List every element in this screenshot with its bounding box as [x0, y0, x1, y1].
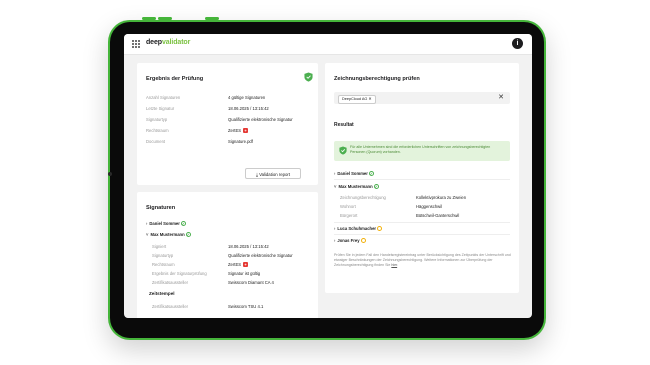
- person-item[interactable]: › Jonas Frey: [334, 238, 366, 244]
- download-icon: ⤓: [255, 172, 258, 177]
- result-value-jurisdiction: ZertES +: [228, 128, 249, 134]
- signature-value-jurisdiction: ZertES +: [228, 262, 249, 268]
- result-value: 4 gültige Signaturen: [228, 95, 266, 100]
- check-circle-icon: ✓: [373, 184, 379, 190]
- result-heading: Resultat: [334, 122, 354, 128]
- result-card: Ergebnis der Prüfung Anzahl Signaturen 4…: [137, 63, 318, 185]
- person-label: Zeichnungsberechtigung: [340, 195, 386, 200]
- success-alert: Für alle Unternehmen sind die erforderli…: [334, 141, 510, 161]
- signature-value: Qualifizierte elektronische Signatur: [228, 253, 293, 258]
- signature-value: 18.06.2025 / 13:15:42: [228, 244, 269, 249]
- swiss-flag-icon: +: [243, 128, 249, 134]
- person-label: Bürgerort: [340, 213, 358, 218]
- result-label: Rechtsraum: [146, 128, 169, 133]
- tablet-button: [158, 17, 172, 20]
- pending-circle-icon: [360, 238, 366, 244]
- footer-note: Prüfen Sie in jedem Fall den Handelsregi…: [334, 253, 511, 267]
- signatures-title: Signaturen: [146, 205, 176, 211]
- company-chip[interactable]: DeepCloud AG ✕: [338, 94, 376, 104]
- person-name: Daniel Sommer: [337, 171, 368, 176]
- check-circle-icon: ✓: [185, 232, 191, 238]
- timestamp-title: Zeitstempel: [149, 291, 175, 296]
- person-item[interactable]: › Luca Schuhmacher: [334, 226, 383, 232]
- chip-remove-icon[interactable]: ✕: [368, 97, 371, 101]
- signature-label: Rechtsraum: [152, 262, 175, 267]
- check-circle-icon: ✓: [180, 221, 186, 227]
- footer-text: Prüfen Sie in jedem Fall den Handelsregi…: [334, 253, 511, 267]
- result-label: Anzahl Signaturen: [146, 95, 181, 100]
- chevron-down-icon: ˅: [334, 184, 337, 189]
- result-label: Letzte Signatur: [146, 106, 175, 111]
- jurisdiction-text: ZertES: [228, 262, 242, 267]
- divider: [334, 234, 510, 235]
- result-title: Ergebnis der Prüfung: [146, 76, 204, 82]
- timestamp-value: Swisscom TSU 4.1: [228, 304, 264, 309]
- result-value: Qualifizierte elektronische Signatur: [228, 117, 293, 122]
- person-label: Wohnort: [340, 204, 356, 209]
- pending-circle-icon: [377, 226, 383, 232]
- chevron-right-icon: ›: [334, 226, 336, 231]
- signature-label: Ergebnis der Signaturprüfung: [152, 271, 207, 276]
- shield-check-icon: [339, 146, 347, 155]
- validation-report-button[interactable]: ⤓ Validation report: [245, 168, 301, 179]
- person-name: Luca Schuhmacher: [337, 226, 377, 231]
- result-value: 18.06.2025 / 13:15:42: [228, 106, 269, 111]
- person-name: Max Mustermann: [338, 184, 373, 189]
- person-value: Bütschwil-Ganterschwil: [416, 213, 460, 218]
- chip-label: DeepCloud AG: [342, 96, 368, 101]
- result-label: Document: [146, 139, 166, 144]
- chevron-right-icon: ›: [146, 221, 148, 226]
- avatar[interactable]: i: [512, 38, 523, 49]
- shield-check-icon: [304, 72, 313, 82]
- divider: [334, 179, 510, 180]
- authority-title: Zeichnungsberechtigung prüfen: [334, 76, 420, 82]
- footer-link[interactable]: hier: [391, 263, 397, 267]
- divider: [334, 222, 510, 223]
- signature-label: Signiert: [152, 244, 167, 249]
- signature-label: Signaturtyp: [152, 253, 174, 258]
- logo[interactable]: deepvalidator: [146, 39, 190, 46]
- chevron-right-icon: ›: [334, 238, 336, 243]
- timestamp-label: Zertifikatsaussteller: [152, 304, 189, 309]
- signer-name: Daniel Sommer: [149, 221, 180, 226]
- logo-part2: validator: [161, 39, 191, 46]
- person-name: Jonas Frey: [337, 238, 360, 243]
- clear-icon[interactable]: ✕: [498, 93, 504, 101]
- signer-item[interactable]: ˅ Max Mustermann ✓: [146, 232, 191, 238]
- authority-card: Zeichnungsberechtigung prüfen DeepCloud …: [325, 63, 519, 293]
- jurisdiction-text: ZertES: [228, 128, 242, 133]
- chevron-right-icon: ›: [334, 171, 336, 176]
- logo-part1: deep: [146, 39, 162, 46]
- camera: [108, 172, 112, 176]
- chevron-down-icon: ˅: [146, 232, 149, 237]
- validation-report-label: Validation report: [259, 172, 291, 177]
- signer-item[interactable]: › Daniel Sommer ✓: [146, 221, 186, 227]
- signature-value: Swisscom Diamant CA 4: [228, 280, 274, 285]
- top-bar: deepvalidator i: [124, 34, 532, 55]
- swiss-flag-icon: +: [243, 262, 249, 268]
- result-label: Signaturtyp: [146, 117, 168, 122]
- person-value: Kollektivprokura zu Zweien: [416, 195, 467, 200]
- screen: deepvalidator i Ergebnis der Prüfung Anz…: [124, 34, 532, 318]
- signatures-card: Signaturen › Daniel Sommer ✓ ˅ Max Musterma…: [137, 192, 318, 318]
- signature-label: Zertifikatsaussteller: [152, 280, 189, 285]
- person-value: Häggenschwil: [416, 204, 443, 209]
- signer-name: Max Mustermann: [150, 232, 185, 237]
- tablet-button: [205, 17, 219, 20]
- tablet-button: [142, 17, 156, 20]
- app-grid-icon[interactable]: [132, 40, 140, 48]
- check-circle-icon: ✓: [368, 171, 374, 177]
- person-item[interactable]: › Daniel Sommer ✓: [334, 171, 374, 177]
- success-text: Für alle Unternehmen sind die erforderli…: [350, 145, 491, 154]
- person-item[interactable]: ˅ Max Mustermann ✓: [334, 184, 379, 190]
- signature-value: Signatur ist gültig: [228, 271, 261, 276]
- result-value: Signature.pdf: [228, 139, 253, 144]
- company-select[interactable]: DeepCloud AG ✕ ✕: [334, 92, 510, 104]
